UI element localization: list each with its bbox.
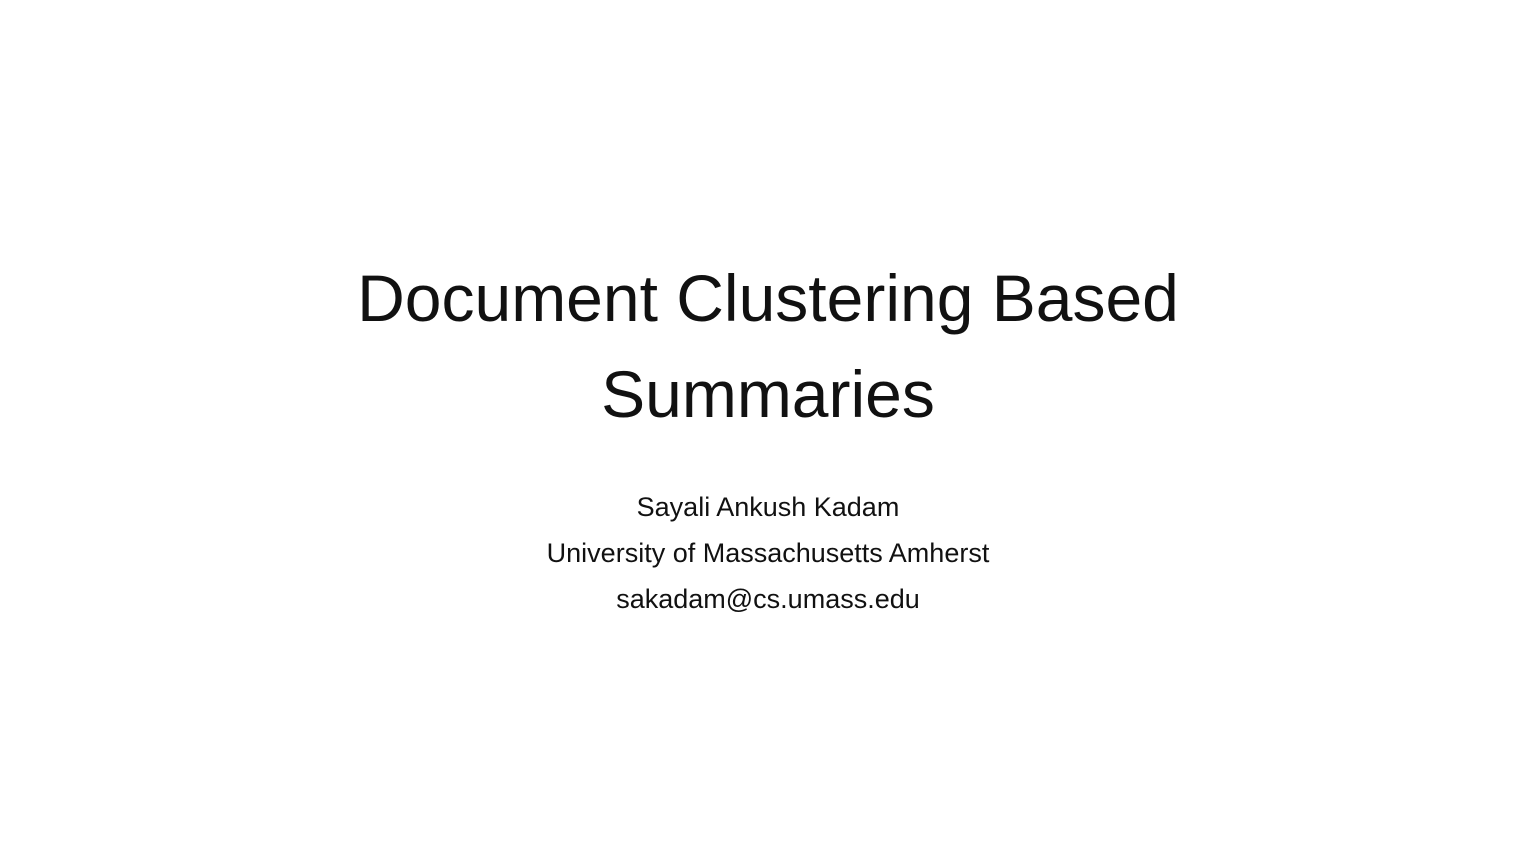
affiliation: University of Massachusetts Amherst — [546, 538, 990, 568]
slide-title: Document Clustering Based Summaries — [200, 250, 1336, 442]
author-name: Sayali Ankush Kadam — [636, 492, 900, 522]
slide-subtitle: Sayali Ankush Kadam University of Massac… — [300, 484, 1236, 622]
title-slide: Document Clustering Based Summaries Saya… — [0, 0, 1536, 864]
email-address: sakadam@cs.umass.edu — [616, 584, 920, 614]
slide-title-line-1: Document Clustering Based — [357, 261, 1179, 335]
slide-title-line-2: Summaries — [601, 357, 935, 431]
